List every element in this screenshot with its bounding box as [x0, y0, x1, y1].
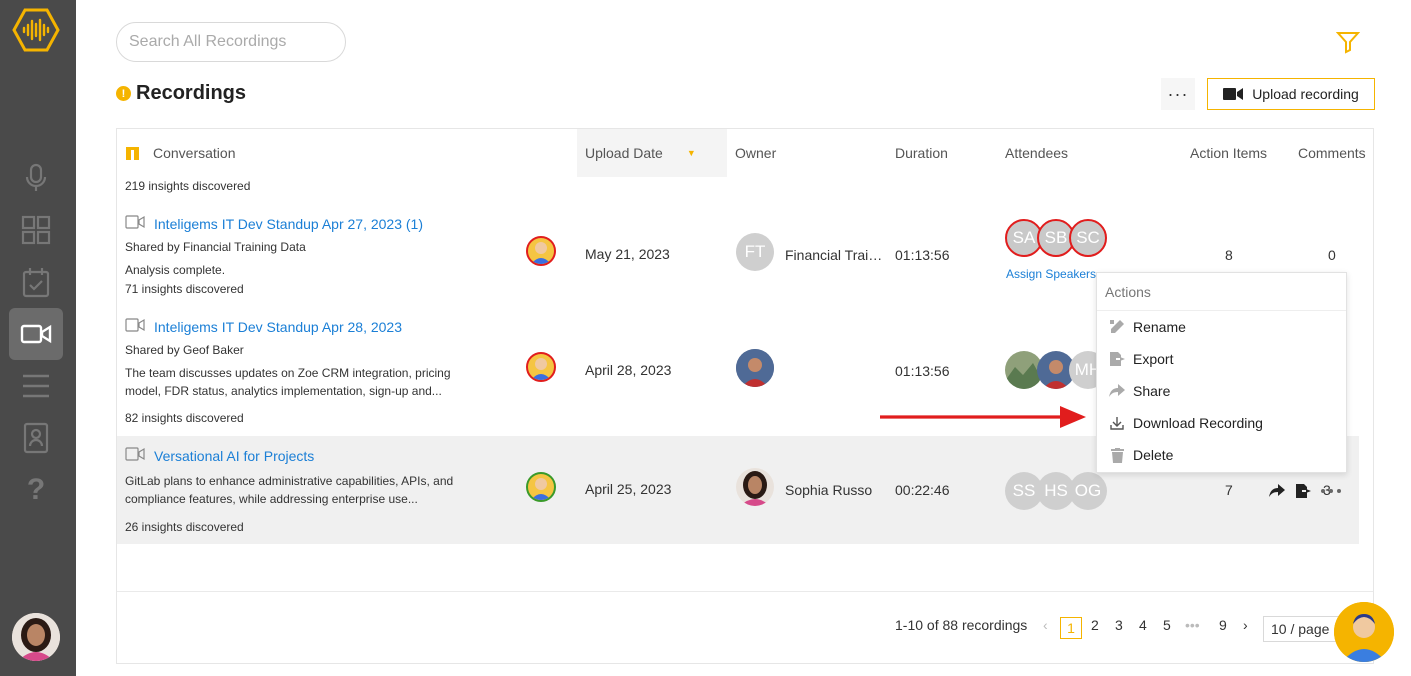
shared-by: Shared by Financial Training Data [125, 240, 306, 254]
column-header-action-items[interactable]: Action Items [1190, 129, 1267, 177]
export-icon [1109, 351, 1125, 367]
upload-recording-label: Upload recording [1252, 86, 1359, 102]
video-camera-icon [125, 215, 145, 229]
page-5[interactable]: 5 [1163, 617, 1171, 633]
title-row: ! Recordings [116, 82, 246, 105]
filter-icon[interactable] [1336, 30, 1360, 54]
column-settings-icon[interactable] [126, 146, 139, 160]
insights-count: 26 insights discovered [125, 520, 244, 534]
column-header-conversation[interactable]: Conversation [126, 129, 236, 177]
video-camera-icon [125, 447, 145, 461]
column-header-owner[interactable]: Owner [735, 129, 776, 177]
summary-text: Analysis complete. [125, 263, 226, 277]
duration: 00:22:46 [895, 482, 950, 498]
user-avatar[interactable] [12, 613, 60, 661]
recording-title-link[interactable]: Versational AI for Projects [154, 448, 314, 464]
page-ellipsis[interactable]: ••• [1185, 617, 1200, 633]
summary-text: compliance features, while addressing en… [125, 492, 418, 506]
rename-icon [1109, 319, 1125, 335]
main-content: ! Recordings ··· Upload recording Conver… [76, 0, 1411, 676]
prev-page-icon[interactable]: ‹ [1043, 617, 1048, 633]
menu-item-download-recording[interactable]: Download Recording [1097, 407, 1346, 439]
page-2[interactable]: 2 [1091, 617, 1099, 633]
pagination-summary: 1-10 of 88 recordings [895, 617, 1028, 633]
export-icon[interactable] [1295, 483, 1311, 499]
page-9[interactable]: 9 [1219, 617, 1227, 633]
menu-item-export[interactable]: Export [1097, 343, 1346, 375]
contact-card-icon[interactable] [9, 412, 63, 464]
owner-name: Financial Trai… [785, 247, 883, 263]
menu-item-share[interactable]: Share [1097, 375, 1346, 407]
recording-title-link[interactable]: Inteligems IT Dev Standup Apr 28, 2023 [154, 319, 402, 335]
assistant-avatar[interactable] [1334, 602, 1394, 662]
help-icon[interactable]: ? [9, 464, 63, 516]
summary-text: The team discusses updates on Zoe CRM in… [125, 366, 451, 380]
column-header-attendees[interactable]: Attendees [1005, 129, 1068, 177]
video-camera-icon [1223, 88, 1244, 100]
actions-menu: Actions Rename Export Share Download Rec… [1096, 272, 1347, 473]
summary-text: model, FDR status, analytics implementat… [125, 384, 442, 398]
duration: 01:13:56 [895, 247, 950, 263]
shared-by: Shared by Geof Baker [125, 343, 244, 357]
assign-speakers-link[interactable]: Assign Speakers [1006, 267, 1096, 281]
download-icon [1109, 415, 1125, 431]
microphone-icon[interactable] [9, 152, 63, 204]
speaker-avatar[interactable] [526, 236, 556, 266]
share-icon [1109, 383, 1125, 399]
owner-name: Sophia Russo [785, 482, 873, 498]
upload-date: April 28, 2023 [585, 362, 672, 378]
trash-icon [1109, 447, 1125, 463]
action-items-count: 8 [1225, 247, 1233, 263]
duration: 01:13:56 [895, 363, 950, 379]
action-items-count: 7 [1225, 482, 1233, 498]
menu-header: Actions [1097, 273, 1346, 311]
attendee-avatar[interactable]: SC [1069, 219, 1107, 257]
share-arrow-icon[interactable] [1269, 484, 1285, 498]
page-4[interactable]: 4 [1139, 617, 1147, 633]
page-1[interactable]: 1 [1060, 617, 1082, 639]
column-header-duration[interactable]: Duration [895, 129, 948, 177]
warning-icon: ! [116, 86, 131, 101]
sidebar: ? [0, 0, 76, 676]
search-box[interactable] [116, 22, 346, 62]
owner-avatar [736, 349, 774, 387]
page-size-select[interactable]: 10 / page [1263, 616, 1343, 642]
upload-date: May 21, 2023 [585, 246, 670, 262]
owner-avatar: FT [736, 233, 774, 271]
row-insights-fragment: 219 insights discovered [125, 179, 251, 193]
column-header-comments[interactable]: Comments [1298, 129, 1366, 177]
menu-item-rename[interactable]: Rename [1097, 311, 1346, 343]
sort-down-icon[interactable]: ▼ [687, 148, 696, 158]
comments-count: 0 [1328, 247, 1336, 263]
speaker-avatar[interactable] [526, 352, 556, 382]
speaker-avatar[interactable] [526, 472, 556, 502]
insights-count: 71 insights discovered [125, 282, 244, 296]
upload-date: April 25, 2023 [585, 481, 672, 497]
video-camera-icon[interactable] [9, 308, 63, 360]
row-more-icon[interactable] [1321, 489, 1341, 493]
next-page-icon[interactable]: › [1243, 617, 1248, 633]
dashboard-grid-icon[interactable] [9, 204, 63, 256]
recording-title-link[interactable]: Inteligems IT Dev Standup Apr 27, 2023 (… [154, 216, 423, 232]
more-options-button[interactable]: ··· [1161, 78, 1195, 110]
search-input[interactable] [129, 33, 336, 51]
column-header-upload-date[interactable]: Upload Date ▼ [577, 129, 727, 177]
list-lines-icon[interactable] [9, 360, 63, 412]
footer-divider [117, 591, 1373, 592]
attendee-avatar[interactable]: OG [1069, 472, 1107, 510]
soundwave-hexagon-logo[interactable] [12, 6, 60, 54]
calendar-check-icon[interactable] [9, 256, 63, 308]
insights-count: 82 insights discovered [125, 411, 244, 425]
menu-item-delete[interactable]: Delete [1097, 439, 1346, 471]
summary-text: GitLab plans to enhance administrative c… [125, 474, 454, 488]
page-3[interactable]: 3 [1115, 617, 1123, 633]
upload-recording-button[interactable]: Upload recording [1207, 78, 1375, 110]
red-arrow-annotation [880, 406, 1086, 428]
video-camera-icon [125, 318, 145, 332]
page-title: Recordings [136, 82, 247, 104]
owner-avatar [736, 468, 774, 506]
